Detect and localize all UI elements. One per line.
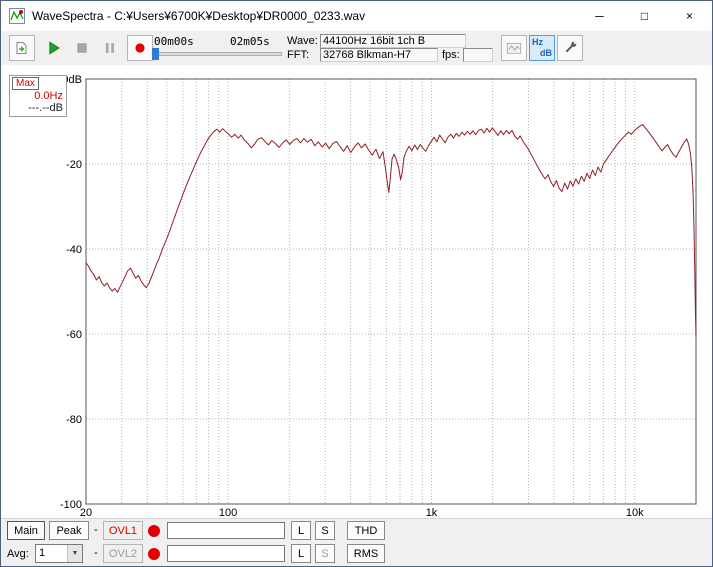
avg-count-select[interactable]: 1 ▼ xyxy=(35,544,83,563)
fft-label: FFT: xyxy=(287,49,309,61)
peak-button[interactable]: Peak xyxy=(49,521,89,540)
wave-info-field: 44100Hz 16bit 1ch B xyxy=(320,34,466,48)
cursor-frequency-value: 0.0Hz xyxy=(34,90,63,102)
ovl2-save-button[interactable]: S xyxy=(315,544,335,563)
stop-icon xyxy=(77,43,87,53)
wrench-icon xyxy=(565,41,577,53)
ovl1-button[interactable]: OVL1 xyxy=(103,521,143,540)
hz-label: Hz xyxy=(532,37,543,47)
svg-text:-80: -80 xyxy=(66,414,82,426)
chevron-down-icon[interactable]: ▼ xyxy=(67,545,82,562)
ovl1-load-button[interactable]: L xyxy=(291,521,311,540)
wave-label: Wave: xyxy=(287,35,318,47)
window-title: WaveSpectra - C:¥Users¥6700K¥Desktop¥DR0… xyxy=(32,9,366,23)
position-slider-track[interactable] xyxy=(152,52,282,56)
pause-icon xyxy=(105,43,114,53)
wavespectra-window: WaveSpectra - C:¥Users¥6700K¥Desktop¥DR0… xyxy=(0,0,713,567)
svg-text:-100: -100 xyxy=(60,499,82,511)
stop-button[interactable] xyxy=(69,35,95,61)
titlebar: WaveSpectra - C:¥Users¥6700K¥Desktop¥DR0… xyxy=(1,1,712,31)
record-button[interactable] xyxy=(127,35,153,61)
svg-text:-20: -20 xyxy=(66,159,82,171)
fft-info-field: 32768 Blkman-H7 xyxy=(320,48,438,62)
svg-text:-60: -60 xyxy=(66,329,82,341)
rms-button[interactable]: RMS xyxy=(347,544,385,563)
ovl2-record-dot[interactable] xyxy=(148,548,160,560)
fps-field xyxy=(463,48,493,62)
time-total: 02m05s xyxy=(230,35,270,48)
window-controls: ─ □ × xyxy=(577,1,712,31)
svg-text:1k: 1k xyxy=(426,507,438,518)
play-icon xyxy=(49,41,60,55)
spectrum-chart: 0dB-20-40-60-80-10020 100 1k 10k xyxy=(60,74,697,518)
record-icon xyxy=(135,43,145,53)
thd-button[interactable]: THD xyxy=(347,521,385,540)
ovl1-save-button[interactable]: S xyxy=(315,521,335,540)
separator-dash: - xyxy=(94,524,98,536)
maximize-button[interactable]: □ xyxy=(622,1,667,31)
ovl2-button[interactable]: OVL2 xyxy=(103,544,143,563)
open-file-button[interactable] xyxy=(9,35,35,61)
close-button[interactable]: × xyxy=(667,1,712,31)
settings-button[interactable] xyxy=(557,35,583,61)
fps-label: fps: xyxy=(442,49,460,61)
avg-count-value: 1 xyxy=(39,547,46,559)
toolbar: 00m00s 02m05s Wave: 44100Hz 16bit 1ch B … xyxy=(1,31,712,66)
main-channel-button[interactable]: Main xyxy=(7,521,45,540)
display-mode-button[interactable] xyxy=(501,35,527,61)
position-slider-thumb[interactable] xyxy=(152,48,159,60)
time-elapsed: 00m00s xyxy=(154,35,194,48)
hz-db-scale-toggle[interactable]: Hz dB xyxy=(529,35,555,61)
avg-label: Avg: xyxy=(7,548,29,560)
cursor-readout-panel: Max 0.0Hz ---.--dB xyxy=(9,75,67,117)
spectrum-display-area: 0dB -20 -40 -60 -80 -100 20 100 1k 10k Max 0.0Hz … xyxy=(1,65,712,518)
ovl1-record-dot[interactable] xyxy=(148,525,160,537)
waveform-display-icon xyxy=(506,43,522,54)
pause-button[interactable] xyxy=(97,35,123,61)
open-file-icon xyxy=(16,42,27,54)
overlay2-row: Avg: 1 ▼ - OVL2 L S RMS xyxy=(1,544,712,564)
ovl2-load-button[interactable]: L xyxy=(291,544,311,563)
db-label: dB xyxy=(540,48,552,58)
svg-text:100: 100 xyxy=(219,507,237,518)
overlay1-row: Main Peak - OVL1 L S THD xyxy=(1,521,712,541)
svg-text:-40: -40 xyxy=(66,244,82,256)
svg-text:10k: 10k xyxy=(626,507,644,518)
separator-dash: - xyxy=(94,547,98,559)
cursor-level-value: ---.--dB xyxy=(28,102,63,114)
max-hold-label: Max xyxy=(12,77,39,90)
app-icon xyxy=(9,8,25,24)
ovl1-filename-input[interactable] xyxy=(167,522,285,539)
ovl2-filename-input[interactable] xyxy=(167,545,285,562)
minimize-button[interactable]: ─ xyxy=(577,1,622,31)
svg-text:20: 20 xyxy=(80,507,92,518)
play-button[interactable] xyxy=(41,35,67,61)
bottom-control-bar: Main Peak - OVL1 L S THD Avg: 1 ▼ - OVL2… xyxy=(1,518,712,566)
